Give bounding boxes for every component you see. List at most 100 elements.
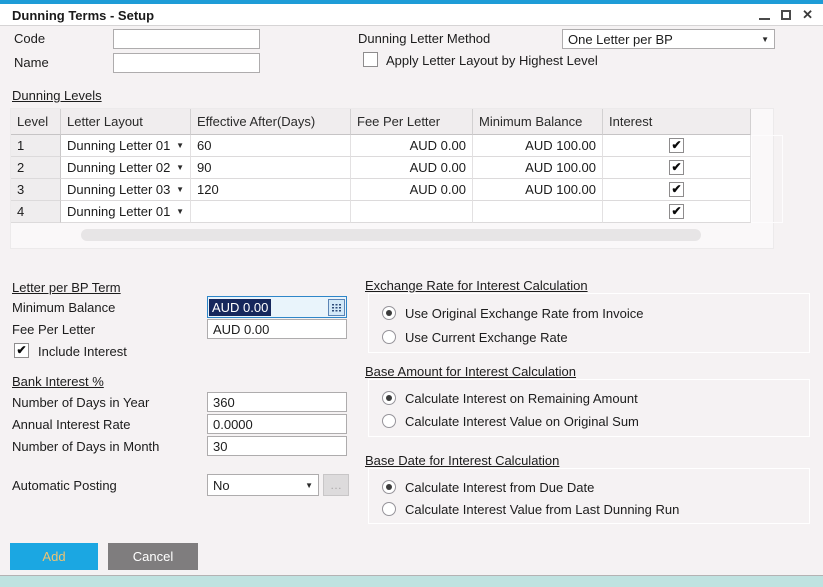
add-button[interactable]: Add: [10, 543, 98, 570]
chevron-down-icon: ▼: [176, 207, 184, 216]
radio-label: Calculate Interest Value on Original Sum: [405, 414, 639, 429]
radio-use-current-exchange-rate[interactable]: [382, 330, 396, 344]
minimum-balance-cell[interactable]: AUD 100.00: [473, 179, 603, 201]
exchange-rate-group-heading: Exchange Rate for Interest Calculation: [365, 278, 588, 293]
row-header-level[interactable]: 1: [11, 135, 61, 157]
base-amount-group-heading: Base Amount for Interest Calculation: [365, 364, 576, 379]
exchange-rate-groupbox: Use Original Exchange Rate from Invoice …: [368, 293, 810, 353]
fee-per-letter-cell[interactable]: AUD 0.00: [351, 179, 473, 201]
letter-layout-value: Dunning Letter 02: [67, 160, 170, 175]
code-label: Code: [14, 31, 45, 46]
fee-per-letter-cell[interactable]: AUD 0.00: [351, 135, 473, 157]
effective-after-cell[interactable]: 120: [191, 179, 351, 201]
letter-layout-dropdown-cell[interactable]: Dunning Letter 01 ▼: [61, 135, 191, 157]
chevron-down-icon: ▼: [305, 481, 313, 490]
include-interest-label: Include Interest: [38, 344, 127, 359]
apply-letter-layout-label: Apply Letter Layout by Highest Level: [386, 53, 598, 68]
fee-per-letter-cell[interactable]: AUD 0.00: [351, 157, 473, 179]
row-header-level[interactable]: 3: [11, 179, 61, 201]
interest-checkbox[interactable]: [669, 160, 684, 175]
table-row: 3 Dunning Letter 03 ▼ 120 AUD 0.00 AUD 1…: [11, 179, 751, 201]
radio-interest-original-sum[interactable]: [382, 414, 396, 428]
window-title: Dunning Terms - Setup: [12, 8, 154, 23]
days-in-year-label: Number of Days in Year: [12, 395, 149, 410]
radio-use-original-exchange-rate[interactable]: [382, 306, 396, 320]
interest-checkbox[interactable]: [669, 138, 684, 153]
cancel-button[interactable]: Cancel: [108, 543, 198, 570]
letter-layout-dropdown-cell[interactable]: Dunning Letter 03 ▼: [61, 179, 191, 201]
automatic-posting-dropdown[interactable]: No ▼: [207, 474, 319, 496]
apply-letter-layout-checkbox[interactable]: [363, 52, 378, 67]
close-icon: ✕: [802, 7, 813, 22]
close-button[interactable]: ✕: [802, 6, 813, 24]
title-bar[interactable]: Dunning Terms - Setup ✕: [0, 4, 823, 26]
fee-per-letter-cell[interactable]: [351, 201, 473, 223]
letter-layout-dropdown-cell[interactable]: Dunning Letter 01 ▼: [61, 201, 191, 223]
row-header-level[interactable]: 2: [11, 157, 61, 179]
include-interest-checkbox[interactable]: [14, 343, 29, 358]
dunning-levels-heading: Dunning Levels: [12, 88, 102, 103]
annual-interest-rate-input[interactable]: 0.0000: [207, 414, 347, 434]
interest-cell: [603, 157, 751, 179]
minimize-icon: [759, 18, 770, 20]
name-input[interactable]: [113, 53, 260, 73]
minimize-button[interactable]: [759, 10, 770, 20]
interest-checkbox[interactable]: [669, 204, 684, 219]
browse-button[interactable]: …: [323, 474, 349, 496]
chevron-down-icon: ▼: [176, 141, 184, 150]
interest-cell: [603, 179, 751, 201]
dunning-levels-table: Level Letter Layout Effective After(Days…: [10, 108, 774, 249]
radio-label: Use Original Exchange Rate from Invoice: [405, 306, 643, 321]
automatic-posting-value: No: [213, 478, 230, 493]
letter-layout-dropdown-cell[interactable]: Dunning Letter 02 ▼: [61, 157, 191, 179]
effective-after-cell[interactable]: 60: [191, 135, 351, 157]
window-controls: ✕: [759, 4, 813, 26]
base-date-groupbox: Calculate Interest from Due Date Calcula…: [368, 468, 810, 524]
dunning-letter-method-dropdown[interactable]: One Letter per BP ▼: [562, 29, 775, 49]
dunning-letter-method-value: One Letter per BP: [568, 32, 673, 47]
column-header-level: Level: [11, 109, 61, 135]
minimum-balance-cell[interactable]: [473, 201, 603, 223]
base-date-group-heading: Base Date for Interest Calculation: [365, 453, 559, 468]
days-in-month-label: Number of Days in Month: [12, 439, 159, 454]
radio-interest-from-due-date[interactable]: [382, 480, 396, 494]
days-in-year-input[interactable]: 360: [207, 392, 347, 412]
bank-interest-heading: Bank Interest %: [12, 374, 104, 389]
minimum-balance-input[interactable]: AUD 0.00: [207, 296, 347, 318]
radio-interest-from-last-dunning-run[interactable]: [382, 502, 396, 516]
column-header-fee-per-letter: Fee Per Letter: [351, 109, 473, 135]
minimum-balance-cell[interactable]: AUD 100.00: [473, 157, 603, 179]
horizontal-scrollbar[interactable]: [81, 229, 701, 241]
selection-list-icon[interactable]: [328, 299, 345, 316]
automatic-posting-label: Automatic Posting: [12, 478, 117, 493]
column-header-minimum-balance: Minimum Balance: [473, 109, 603, 135]
minimum-balance-cell[interactable]: AUD 100.00: [473, 135, 603, 157]
table-empty-area: [751, 135, 783, 223]
base-amount-groupbox: Calculate Interest on Remaining Amount C…: [368, 379, 810, 437]
column-header-letter-layout: Letter Layout: [61, 109, 191, 135]
chevron-down-icon: ▼: [761, 35, 769, 44]
table-row: 2 Dunning Letter 02 ▼ 90 AUD 0.00 AUD 10…: [11, 157, 751, 179]
desktop-background: Dunning Terms - Setup ✕ Code Name Dunnin…: [0, 0, 823, 587]
letter-per-bp-term-heading: Letter per BP Term: [12, 280, 121, 295]
code-input[interactable]: [113, 29, 260, 49]
row-header-level[interactable]: 4: [11, 201, 61, 223]
radio-label: Calculate Interest on Remaining Amount: [405, 391, 638, 406]
table-row: 4 Dunning Letter 01 ▼: [11, 201, 751, 223]
column-header-effective-after: Effective After(Days): [191, 109, 351, 135]
column-header-interest: Interest: [603, 109, 751, 135]
interest-cell: [603, 135, 751, 157]
radio-interest-remaining-amount[interactable]: [382, 391, 396, 405]
selected-text: AUD 0.00: [209, 299, 271, 316]
interest-checkbox[interactable]: [669, 182, 684, 197]
maximize-button[interactable]: [781, 10, 791, 20]
effective-after-cell[interactable]: 90: [191, 157, 351, 179]
radio-label: Use Current Exchange Rate: [405, 330, 568, 345]
maximize-icon: [781, 10, 791, 20]
fee-per-letter-input[interactable]: AUD 0.00: [207, 319, 347, 339]
table-row: 1 Dunning Letter 01 ▼ 60 AUD 0.00 AUD 10…: [11, 135, 751, 157]
effective-after-cell[interactable]: [191, 201, 351, 223]
annual-interest-rate-label: Annual Interest Rate: [12, 417, 131, 432]
minimum-balance-label: Minimum Balance: [12, 300, 115, 315]
days-in-month-input[interactable]: 30: [207, 436, 347, 456]
